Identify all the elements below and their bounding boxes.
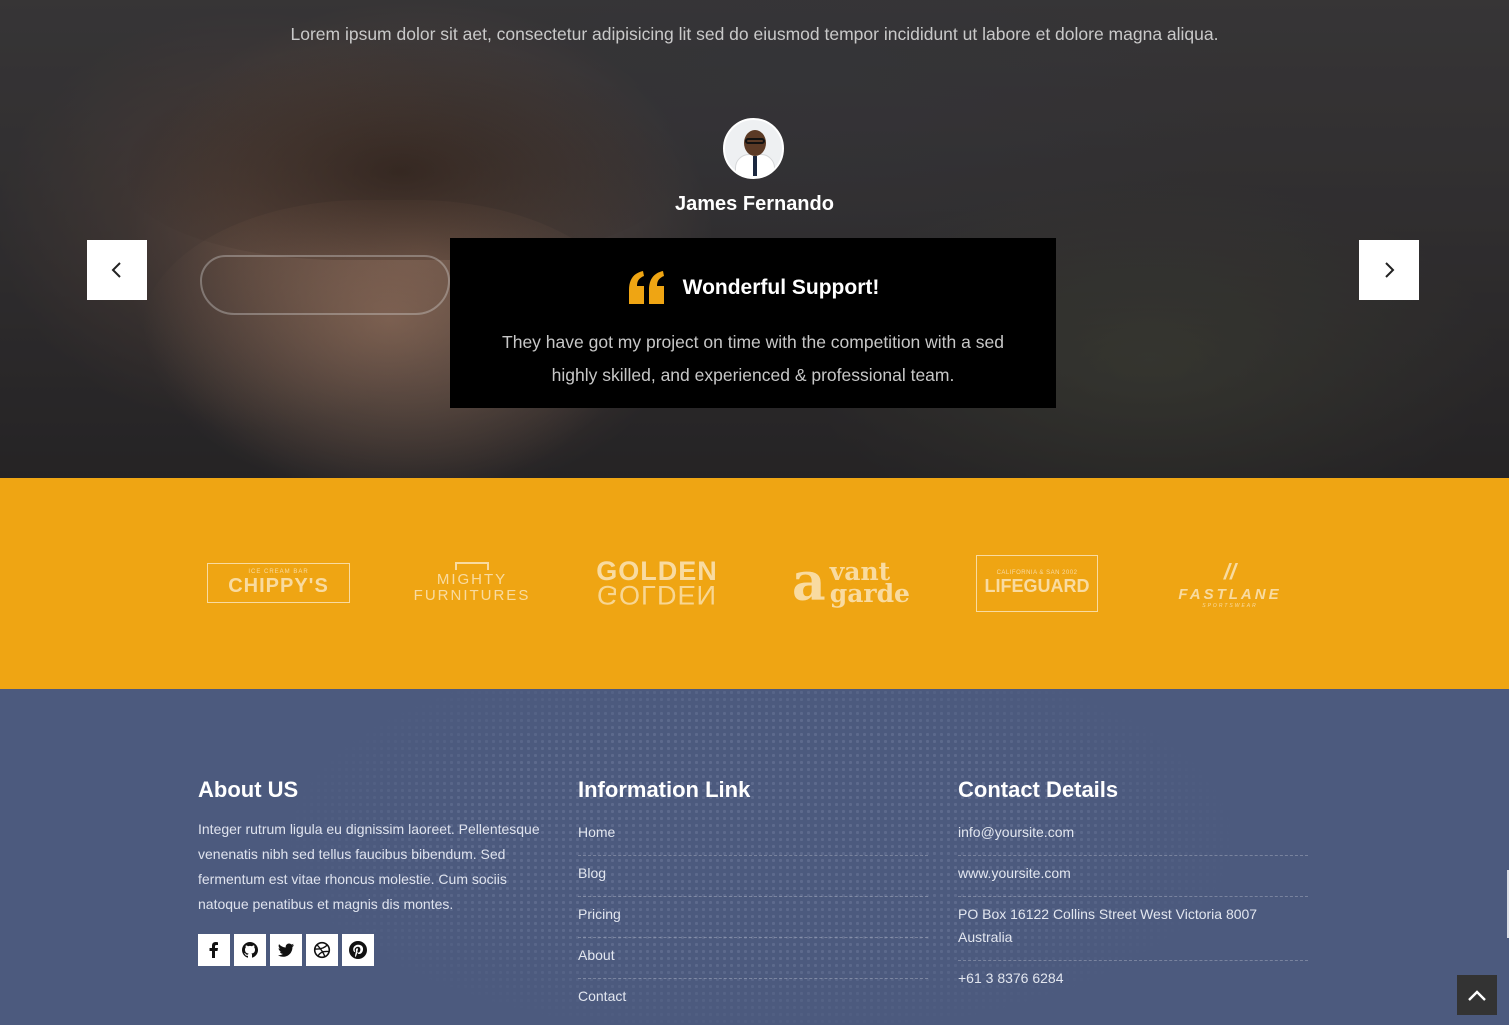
quote-icon [628, 271, 664, 304]
footer-links-title: Information Link [578, 777, 751, 802]
footer-link-about[interactable]: About [578, 938, 928, 979]
twitter-link[interactable] [270, 934, 302, 966]
testimonial-intro: Lorem ipsum dolor sit aet, consectetur a… [290, 24, 1219, 44]
brands-strip: ICE CREAM BAR CHIPPY'S MIGHTY FURNITURES… [0, 478, 1509, 689]
carousel-prev-button[interactable] [87, 240, 147, 300]
facebook-link[interactable] [198, 934, 230, 966]
brand-logo-chippys: ICE CREAM BAR CHIPPY'S [207, 548, 350, 618]
footer-link-contact[interactable]: Contact [578, 979, 928, 1019]
footer-about-text: Integer rutrum ligula eu dignissim laore… [198, 821, 540, 912]
contact-phone[interactable]: +61 3 8376 6284 [958, 961, 1308, 1001]
pinterest-link[interactable] [342, 934, 374, 966]
testimonial-text: They have got my project on time with th… [502, 332, 1004, 385]
chevron-left-icon [111, 262, 121, 278]
carousel-next-button[interactable] [1359, 240, 1419, 300]
dribbble-icon [313, 941, 331, 959]
chevron-up-icon [1468, 990, 1486, 1001]
footer-about-title: About US [198, 777, 299, 802]
testimonial-card: Wonderful Support! They have got my proj… [450, 238, 1056, 408]
dribbble-link[interactable] [306, 934, 338, 966]
testimonial-author-name: James Fernando [675, 193, 834, 215]
contact-email[interactable]: info@yoursite.com [958, 817, 1308, 856]
scroll-to-top-button[interactable] [1457, 975, 1497, 1015]
pinterest-icon [349, 941, 367, 959]
contact-website[interactable]: www.yoursite.com [958, 856, 1308, 897]
testimonial-title: Wonderful Support! [682, 276, 880, 299]
facebook-icon [209, 942, 218, 958]
brand-logo-avantgarde: a vant garde [792, 552, 910, 613]
chevron-right-icon [1385, 262, 1395, 278]
brand-logo-mighty-furnitures: MIGHTY FURNITURES [408, 548, 536, 618]
testimonial-section: Lorem ipsum dolor sit aet, consectetur a… [0, 0, 1509, 478]
footer-contact: Contact Details info@yoursite.com www.yo… [958, 777, 1308, 1001]
footer-links: Information Link Home Blog Pricing About… [578, 777, 928, 1019]
brand-logo-fastlane: // FASTLANE SPORTSWEAR [1178, 558, 1282, 609]
social-links [198, 934, 553, 966]
brand-logo-lifeguard: CALIFORNIA & SAN 2002 LIFEGUARD [976, 548, 1098, 618]
avatar [723, 118, 784, 179]
footer-link-home[interactable]: Home [578, 817, 928, 856]
github-icon [242, 942, 258, 958]
footer-contact-title: Contact Details [958, 777, 1119, 802]
footer-link-blog[interactable]: Blog [578, 856, 928, 897]
footer-link-pricing[interactable]: Pricing [578, 897, 928, 938]
contact-address: PO Box 16122 Collins Street West Victori… [958, 897, 1308, 961]
footer-about: About US Integer rutrum ligula eu dignis… [198, 777, 553, 966]
brand-logo-golden: GOLDEN GOLDEN [596, 556, 718, 611]
footer: About US Integer rutrum ligula eu dignis… [0, 689, 1509, 1025]
twitter-icon [278, 943, 294, 957]
github-link[interactable] [234, 934, 266, 966]
